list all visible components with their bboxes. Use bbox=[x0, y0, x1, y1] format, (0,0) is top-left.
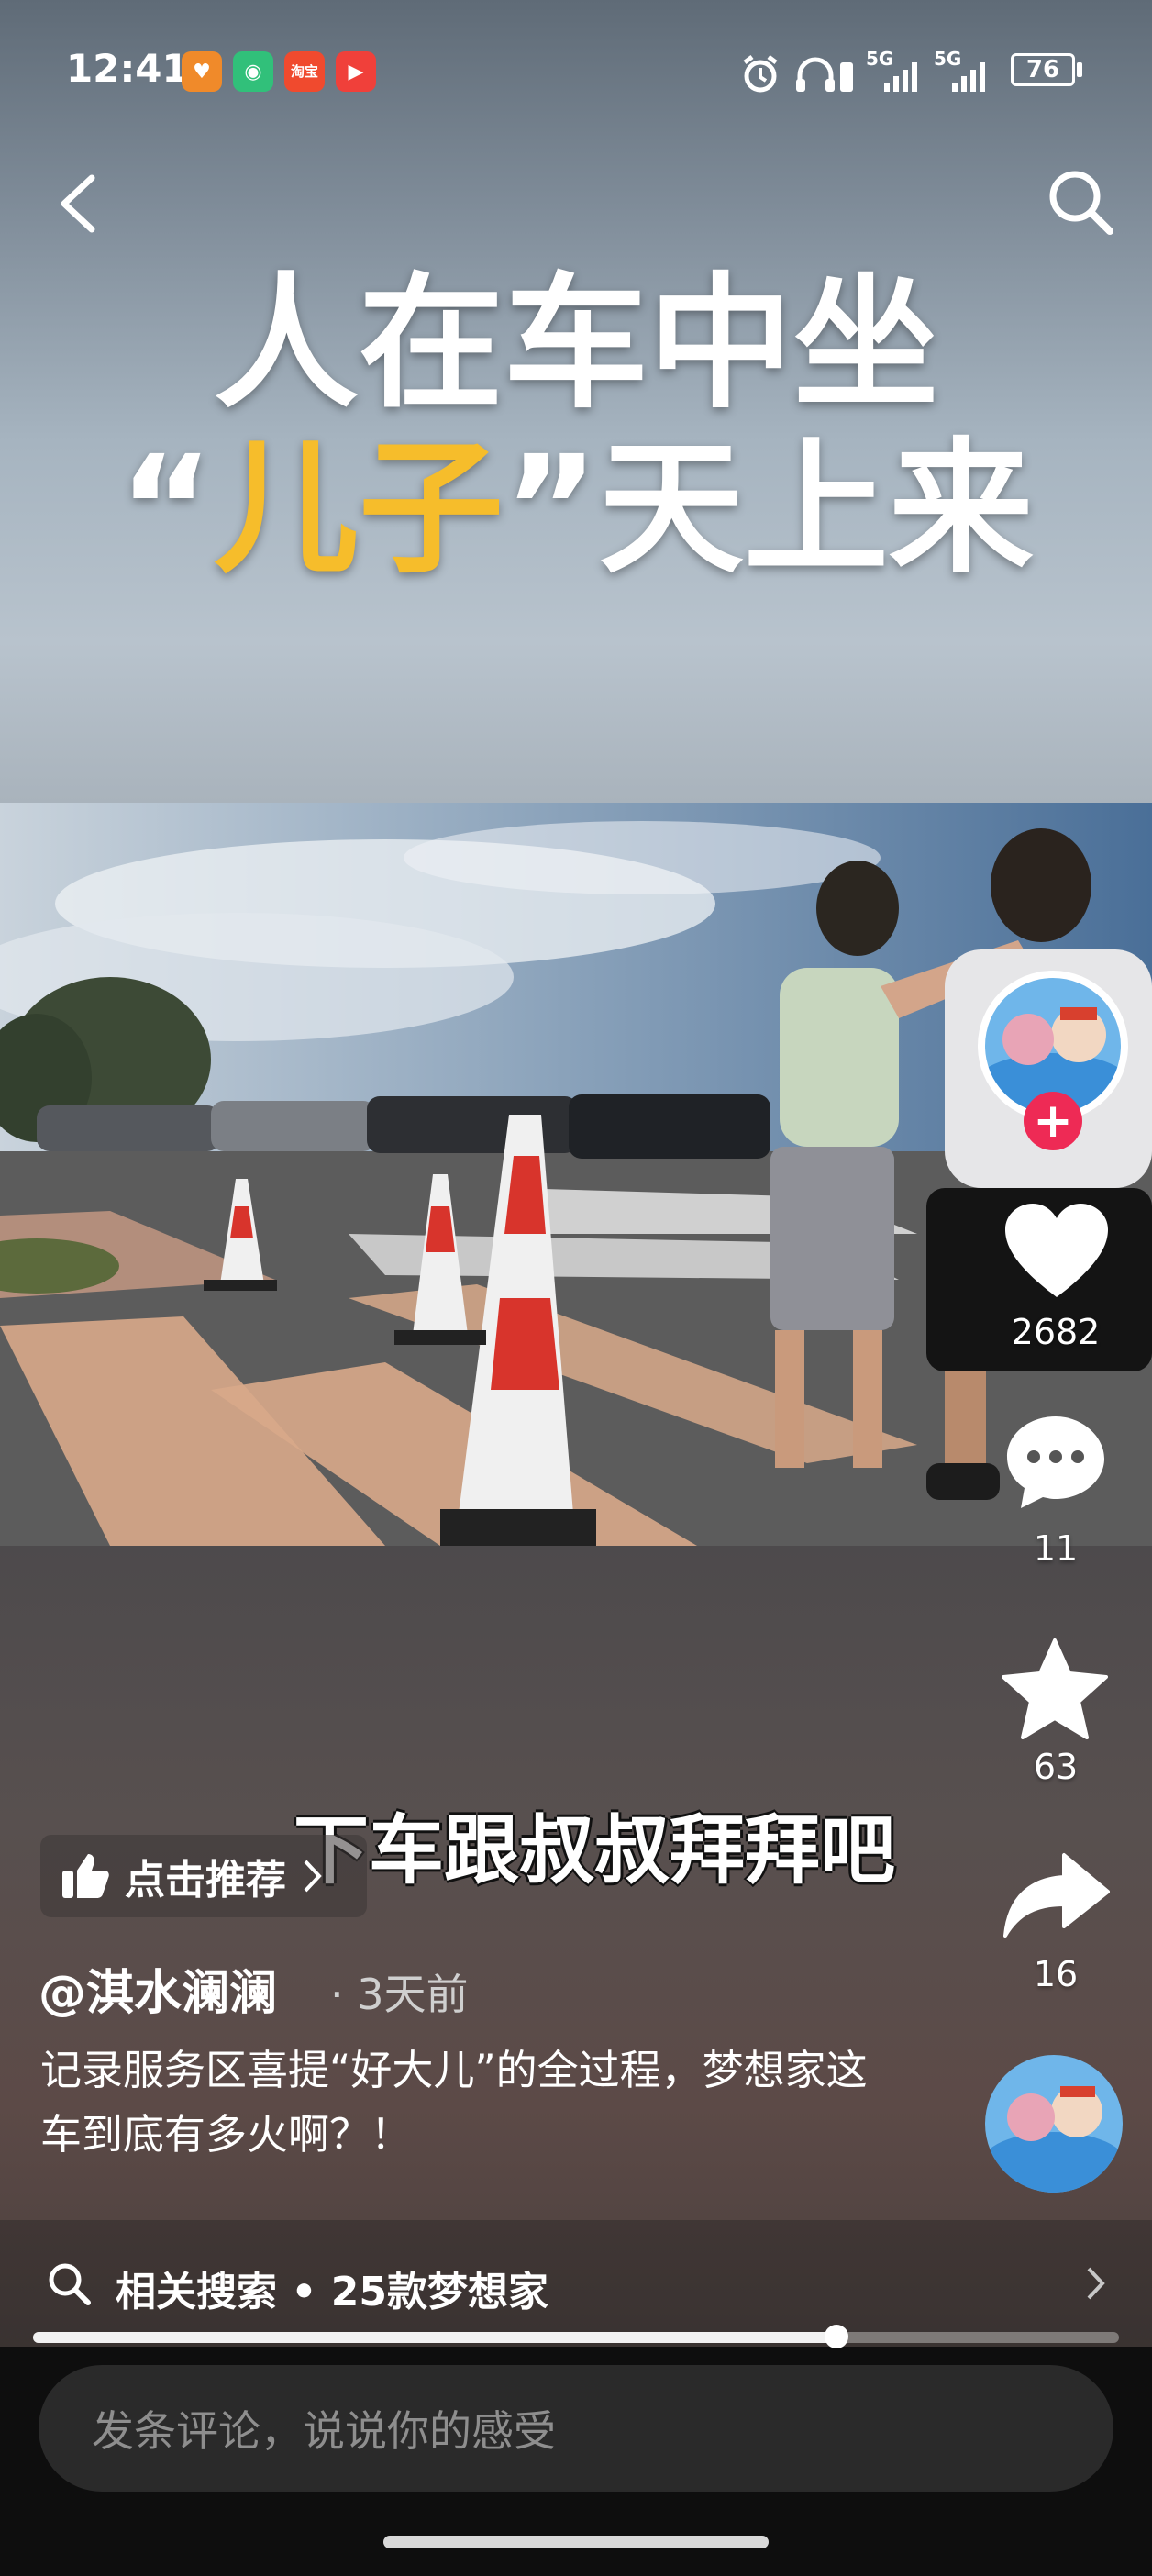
battery-tip bbox=[1077, 62, 1082, 77]
alarm-icon bbox=[743, 55, 778, 93]
video-progress-bar[interactable] bbox=[33, 2325, 1119, 2348]
battery-indicator: 76 bbox=[1011, 53, 1075, 86]
video-progress-handle[interactable] bbox=[825, 2325, 849, 2348]
recommend-label: 点击推荐 bbox=[125, 1857, 286, 1904]
related-search-dot: • bbox=[291, 2269, 317, 2315]
title-highlight: 儿子 bbox=[214, 425, 504, 594]
video-title-line-1: 人在车中坐 bbox=[214, 260, 938, 428]
video-scene bbox=[0, 803, 1152, 1546]
signal-icon bbox=[952, 62, 985, 92]
chevron-right-icon bbox=[304, 1860, 322, 1893]
signal-icon bbox=[884, 62, 917, 92]
related-search-query: 25款梦想家 bbox=[330, 2269, 549, 2315]
music-disc-avatar[interactable] bbox=[985, 2055, 1123, 2193]
back-arrow-icon[interactable] bbox=[57, 172, 99, 235]
car bbox=[37, 1105, 220, 1151]
battery-level: 76 bbox=[1025, 56, 1060, 83]
related-search-bar[interactable]: 相关搜索 • 25款梦想家 bbox=[0, 2220, 1152, 2347]
headphones-battery-icon bbox=[796, 57, 853, 92]
post-time: · 3天前 bbox=[330, 1970, 469, 2019]
video-title-line-2: “儿子”天上来 bbox=[0, 431, 1152, 587]
home-indicator[interactable] bbox=[383, 2536, 769, 2548]
heart-app-icon: ♥ bbox=[182, 51, 222, 92]
author-name[interactable]: @淇水澜澜 bbox=[39, 1954, 277, 2023]
like-heart-icon[interactable] bbox=[1003, 1202, 1110, 1301]
like-count: 2682 bbox=[1011, 1312, 1101, 1352]
comment-count: 11 bbox=[1033, 1528, 1079, 1569]
video-subtitle: 下车跟叔叔拜拜吧 bbox=[294, 1807, 896, 1894]
search-icon bbox=[49, 2263, 91, 2305]
search-icon[interactable] bbox=[1044, 165, 1117, 239]
comment-bubble-icon[interactable] bbox=[1003, 1413, 1108, 1512]
video-app-icon: ▶ bbox=[336, 51, 376, 92]
chevron-right-icon bbox=[1087, 2267, 1105, 2300]
favorite-star-icon[interactable] bbox=[1002, 1638, 1108, 1739]
share-arrow-icon[interactable] bbox=[1003, 1851, 1110, 1939]
recommend-button[interactable]: 点击推荐 bbox=[40, 1835, 367, 1917]
music-disc-image bbox=[985, 2055, 1123, 2193]
comment-input[interactable]: 发条评论，说说你的感受 bbox=[39, 2365, 1113, 2492]
video-frame[interactable] bbox=[0, 803, 1152, 1546]
title-quote-close: ”天上来 bbox=[504, 425, 1034, 594]
title-quote-open: “ bbox=[118, 425, 214, 594]
related-search-prefix: 相关搜索 bbox=[116, 2269, 277, 2315]
comment-placeholder: 发条评论，说说你的感受 bbox=[92, 2406, 556, 2456]
video-progress-fill bbox=[33, 2332, 837, 2343]
status-time: 12:41 bbox=[66, 46, 189, 91]
video-description: 记录服务区喜提“好大儿”的全过程，梦想家这车到底有多火啊？！ bbox=[40, 2046, 868, 2159]
shield-app-icon: ◉ bbox=[233, 51, 273, 92]
related-search-text: 相关搜索 • 25款梦想家 bbox=[116, 2259, 548, 2317]
thumbs-up-icon bbox=[62, 1854, 109, 1898]
follow-plus-button[interactable]: + bbox=[1024, 1092, 1082, 1150]
share-count: 16 bbox=[1033, 1954, 1079, 1994]
taobao-app-icon: 淘宝 bbox=[284, 51, 325, 92]
favorite-count: 63 bbox=[1033, 1747, 1079, 1787]
